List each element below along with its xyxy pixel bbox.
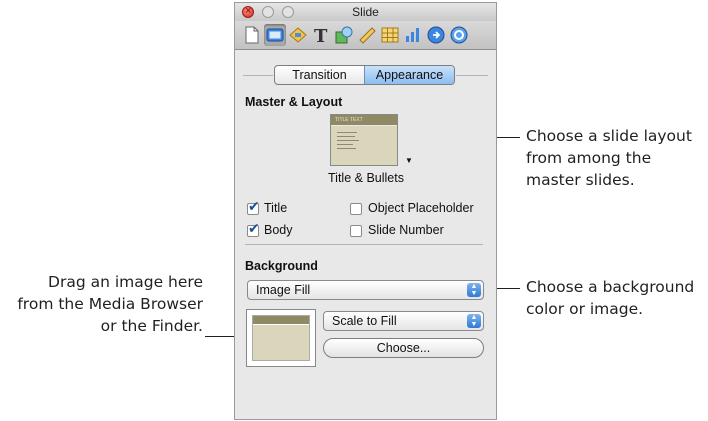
text-icon[interactable]: T <box>310 24 332 46</box>
tab-divider-left <box>243 75 273 76</box>
hyperlink-icon[interactable] <box>425 24 447 46</box>
popup-arrows-icon: ▲ ▼ <box>467 283 481 297</box>
title-checkbox[interactable] <box>247 199 260 215</box>
popup-arrows-icon: ▲ ▼ <box>467 314 481 328</box>
chart-icon[interactable] <box>402 24 424 46</box>
zoom-button[interactable] <box>282 6 294 18</box>
layout-name: Title & Bullets <box>328 171 404 185</box>
svg-text:T: T <box>314 26 328 44</box>
callout-line: from among the <box>526 149 652 167</box>
slide-inspector-window: Slide T <box>234 2 497 420</box>
object-placeholder-checkbox-label: Object Placeholder <box>368 201 474 215</box>
scale-popup[interactable]: Scale to Fill ▲ ▼ <box>323 311 484 331</box>
table-icon[interactable] <box>379 24 401 46</box>
inspector-tabs: Transition Appearance <box>274 65 455 85</box>
layout-dropdown-arrow-icon[interactable]: ▼ <box>405 156 413 165</box>
background-fill-popup[interactable]: Image Fill ▲ ▼ <box>247 280 484 300</box>
callout-line: from the Media Browser <box>17 295 203 313</box>
tab-appearance[interactable]: Appearance <box>364 66 454 84</box>
callout-line: Drag an image here <box>48 273 203 291</box>
callout-drag: Drag an image here from the Media Browse… <box>17 271 203 337</box>
minimize-button[interactable] <box>262 6 274 18</box>
slide-icon[interactable] <box>264 24 286 46</box>
tab-transition[interactable]: Transition <box>275 66 364 84</box>
window-title: Slide <box>352 5 379 19</box>
image-well[interactable] <box>246 309 316 367</box>
background-heading: Background <box>245 259 318 273</box>
callout-background: Choose a background color or image. <box>526 276 694 320</box>
thumbnail-title-text: TITLE TEXT <box>331 115 397 125</box>
callout-line: color or image. <box>526 300 644 318</box>
callout-line: or the Finder. <box>100 317 203 335</box>
thumbnail-bullets <box>337 132 359 152</box>
object-placeholder-checkbox[interactable] <box>350 203 362 215</box>
graphic-icon[interactable] <box>333 24 355 46</box>
document-icon[interactable] <box>241 24 263 46</box>
quicktime-icon[interactable] <box>448 24 470 46</box>
callout-layout: Choose a slide layout from among the mas… <box>526 125 692 191</box>
callout-line: Choose a slide layout <box>526 127 692 145</box>
scale-value: Scale to Fill <box>332 314 397 328</box>
build-icon[interactable] <box>287 24 309 46</box>
section-divider <box>245 244 483 245</box>
slide-number-checkbox[interactable] <box>350 225 362 237</box>
title-bar: Slide <box>235 2 496 21</box>
close-button[interactable] <box>242 2 254 20</box>
background-fill-value: Image Fill <box>256 283 311 297</box>
tab-divider-right <box>456 75 488 76</box>
callout-line: master slides. <box>526 171 635 189</box>
callout-line: Choose a background <box>526 278 695 296</box>
title-checkbox-label: Title <box>264 201 288 215</box>
inspector-toolbar: T <box>235 21 496 50</box>
master-layout-heading: Master & Layout <box>245 95 343 109</box>
slide-number-checkbox-label: Slide Number <box>368 223 444 237</box>
image-well-thumbnail <box>252 315 310 361</box>
body-checkbox[interactable] <box>247 221 260 237</box>
choose-button[interactable]: Choose... <box>323 338 484 358</box>
thumbnail-body <box>331 126 397 165</box>
master-layout-thumbnail[interactable]: TITLE TEXT <box>330 114 398 166</box>
body-checkbox-label: Body <box>264 223 293 237</box>
metrics-icon[interactable] <box>356 24 378 46</box>
